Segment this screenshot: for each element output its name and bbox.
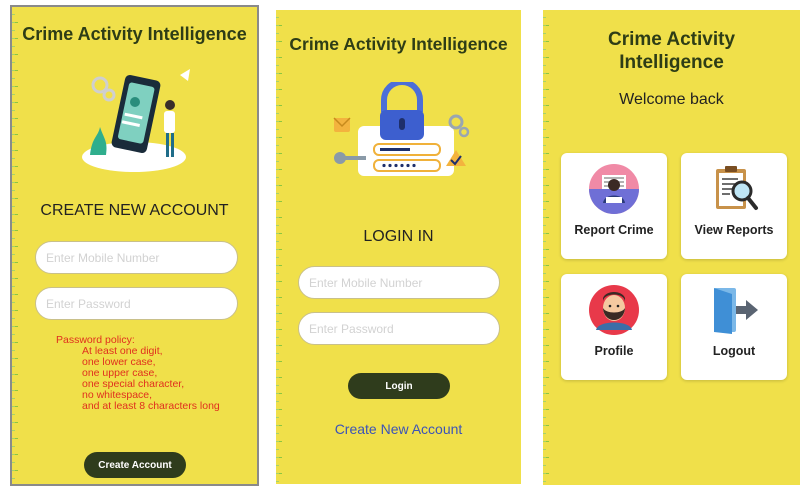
home-screen: Crime Activity Intelligence Welcome back… [543, 10, 800, 485]
policy-line: and at least 8 characters long [82, 400, 220, 412]
profile-icon [589, 285, 639, 335]
card-label: Profile [594, 344, 634, 358]
login-button[interactable]: Login [348, 373, 450, 399]
mobile-number-input[interactable] [298, 266, 500, 299]
ruler-decoration [276, 10, 282, 484]
card-label: Report Crime [574, 223, 654, 237]
app-title-line: Crime Activity [607, 29, 736, 50]
logout-card[interactable]: Logout [681, 274, 787, 380]
app-title-line: Intelligence [619, 52, 724, 73]
password-input[interactable] [298, 312, 500, 345]
card-label: View Reports [694, 223, 774, 237]
mobile-number-input[interactable] [35, 241, 238, 274]
password-input[interactable] [35, 287, 238, 320]
password-policy: Password policy: At least one digit, one… [56, 335, 220, 412]
welcome-text: Welcome back [619, 91, 724, 108]
profile-card[interactable]: Profile [561, 274, 667, 380]
app-title: Crime Activity Intelligence [22, 24, 247, 44]
report-crime-icon [589, 164, 639, 214]
login-screen: Crime Activity Intelligence LOGIN IN Log… [276, 10, 521, 484]
view-reports-card[interactable]: View Reports [681, 153, 787, 259]
app-title: Crime Activity Intelligence [289, 34, 508, 54]
ruler-decoration [543, 10, 549, 485]
create-account-heading: CREATE NEW ACCOUNT [40, 202, 229, 219]
create-account-button[interactable]: Create Account [84, 452, 186, 478]
signup-illustration-icon [82, 69, 190, 172]
logout-icon [714, 288, 758, 334]
ruler-decoration [12, 7, 18, 484]
app-title: Crime Activity Intelligence [543, 28, 800, 74]
card-label: Logout [712, 344, 756, 358]
create-new-account-link[interactable]: Create New Account [276, 421, 521, 437]
login-heading: LOGIN IN [363, 228, 434, 245]
login-lock-illustration-icon [333, 82, 470, 176]
report-crime-card[interactable]: Report Crime [561, 153, 667, 259]
view-reports-icon [716, 166, 758, 210]
signup-screen: Crime Activity Intelligence CREATE NEW A… [10, 5, 259, 486]
